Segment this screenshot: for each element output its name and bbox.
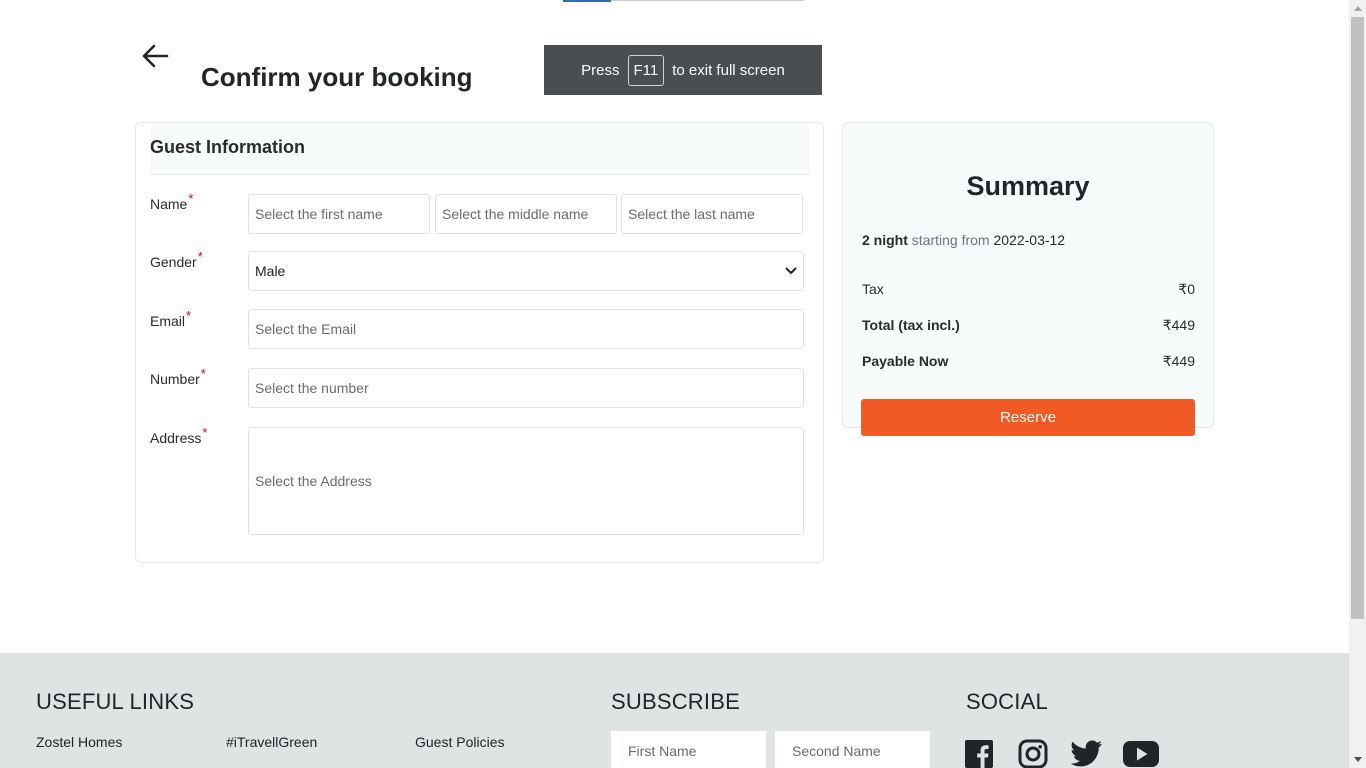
scroll-down-button[interactable]	[1349, 751, 1366, 768]
guest-information-card: Guest Information Name* Select the first…	[135, 122, 824, 563]
summary-row-value: ₹449	[1162, 317, 1195, 333]
facebook-icon	[965, 740, 993, 768]
summary-row-label: Tax	[862, 281, 884, 297]
footer-link-zostel-homes[interactable]: Zostel Homes	[36, 734, 122, 750]
summary-row-payable: Payable Now ₹449	[862, 353, 1195, 370]
facebook-link[interactable]	[962, 739, 996, 768]
subscribe-heading: SUBSCRIBE	[611, 689, 740, 714]
subscribe-first-name-input[interactable]: First Name	[611, 731, 766, 768]
first-name-input[interactable]: Select the first name	[248, 194, 430, 234]
number-label: Number*	[150, 366, 206, 387]
guest-card-header: Guest Information	[150, 123, 810, 175]
name-label: Name*	[150, 191, 194, 212]
summary-row-label: Total (tax incl.)	[862, 317, 960, 333]
youtube-link[interactable]	[1122, 739, 1160, 768]
summary-row-tax: Tax ₹0	[862, 281, 1195, 298]
footer-link-guest-policies[interactable]: Guest Policies	[415, 734, 504, 750]
summary-row-total: Total (tax incl.) ₹449	[862, 317, 1195, 334]
page: Confirm your booking Press F11 to exit f…	[0, 0, 1349, 768]
starting-from-text: starting from	[911, 232, 990, 248]
progress-bar	[563, 0, 804, 2]
address-textarea[interactable]: Select the Address	[248, 427, 804, 535]
stay-duration: 2 night starting from 2022-03-12	[862, 232, 1065, 248]
summary-row-value: ₹449	[1162, 353, 1195, 369]
arrow-left-icon	[142, 44, 169, 68]
middle-name-input[interactable]: Select the middle name	[435, 194, 617, 234]
start-date: 2022-03-12	[993, 232, 1066, 248]
address-label: Address*	[150, 425, 208, 446]
summary-row-label: Payable Now	[862, 353, 949, 369]
summary-row-value: ₹0	[1178, 281, 1195, 297]
scrollbar[interactable]	[1349, 0, 1366, 768]
gender-value: Male	[255, 263, 286, 279]
useful-links-heading: USEFUL LINKS	[36, 689, 195, 714]
scrollbar-thumb[interactable]	[1351, 17, 1364, 619]
social-heading: SOCIAL	[966, 689, 1048, 714]
summary-card: Summary 2 night starting from 2022-03-12…	[842, 122, 1214, 428]
triangle-down-icon	[1353, 757, 1362, 762]
chevron-down-icon	[785, 267, 797, 275]
progress-bar-active	[563, 0, 611, 2]
number-input[interactable]: Select the number	[248, 368, 804, 408]
twitter-link[interactable]	[1069, 739, 1103, 768]
footer: USEFUL LINKS Zostel Homes #iTravellGreen…	[0, 653, 1349, 768]
toast-text-before: Press	[581, 61, 620, 79]
toast-key: F11	[627, 54, 665, 86]
subscribe-second-name-input[interactable]: Second Name	[775, 731, 930, 768]
toast-text-after: to exit full screen	[672, 61, 785, 79]
footer-link-itravellgreen[interactable]: #iTravellGreen	[226, 734, 317, 750]
youtube-icon	[1123, 741, 1159, 767]
scroll-up-button[interactable]	[1349, 0, 1366, 17]
gender-select[interactable]: Male	[248, 251, 804, 291]
fullscreen-toast: Press F11 to exit full screen	[544, 45, 822, 95]
email-label: Email*	[150, 308, 192, 329]
guest-card-title: Guest Information	[150, 137, 306, 157]
page-title: Confirm your booking	[201, 62, 473, 92]
nights-count: 2 night	[862, 232, 908, 248]
back-button[interactable]	[138, 40, 172, 72]
triangle-up-icon	[1353, 6, 1362, 11]
summary-title: Summary	[966, 171, 1090, 201]
instagram-link[interactable]	[1016, 739, 1050, 768]
email-input[interactable]: Select the Email	[248, 309, 804, 349]
gender-label: Gender*	[150, 249, 203, 270]
twitter-icon	[1070, 740, 1102, 767]
instagram-icon	[1018, 739, 1048, 768]
last-name-input[interactable]: Select the last name	[621, 194, 803, 234]
reserve-button[interactable]: Reserve	[861, 399, 1195, 436]
